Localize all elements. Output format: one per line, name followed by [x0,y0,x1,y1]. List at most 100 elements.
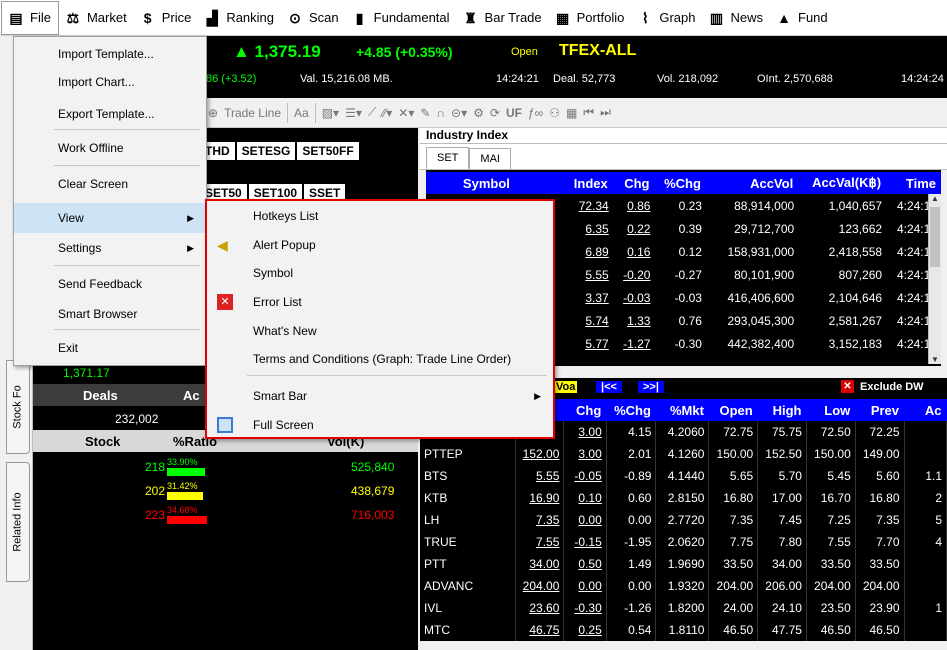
table-row[interactable]: MTC 46.75 0.25 0.54 1.8110 46.50 47.75 46.50 46.… [420,619,947,641]
refresh-icon[interactable]: ⟳ [490,106,500,120]
cell-last: 5.55 [515,465,565,487]
text-tool-icon[interactable]: Aa [294,106,309,120]
tfex-label: TFEX-ALL [559,42,637,59]
fib-tool-icon[interactable]: ⁄⁄▾ [382,106,392,120]
file-menu-settings[interactable]: Settings ▶ [14,233,206,263]
file-menu-import-template[interactable]: Import Template... [14,39,206,69]
scroll-thumb[interactable] [930,207,940,267]
cell-high: 47.75 [757,619,807,641]
scroll-down-icon[interactable]: ▼ [929,355,941,364]
prev-icon[interactable]: ⏮ [583,105,594,120]
cell-pchg: -0.27 [674,267,702,282]
menu-price[interactable]: $ Price [134,0,199,36]
menu-ranking[interactable]: ▟ Ranking [198,0,281,36]
cell-chg: 0.00 [563,575,607,597]
formula-icon[interactable]: ƒ∞ [528,106,543,120]
cell-accval: 807,260 [838,267,883,282]
file-menu-send-feedback[interactable]: Send Feedback [14,269,206,299]
table-row[interactable]: PTTEP 152.00 3.00 2.01 4.1260 150.00 152.50 150… [420,443,947,465]
first-page-button[interactable]: |<< [596,381,622,393]
scroll-up-icon[interactable]: ▲ [929,194,941,203]
line-style-icon[interactable]: ☰▾ [345,106,362,120]
vol-value: 438,679 [351,484,395,498]
col-high: High [757,399,807,421]
view-menu-terms-and-conditions-graph-trade-line-order[interactable]: Terms and Conditions (Graph: Trade Line … [207,344,553,374]
tab-set[interactable]: SET [426,147,470,169]
table-row[interactable]: LH 7.35 0.00 0.00 2.7720 7.35 7.45 7.25 7.35 5 [420,509,947,531]
table-row[interactable]: IVL 23.60 -0.30 -1.26 1.8200 24.00 24.10 23.50 2… [420,597,947,619]
cell-symbol: IVL [420,597,516,619]
cell-open: 16.80 [708,487,759,509]
time-1: 14:24:21 [496,73,539,85]
view-menu-hotkeys-list[interactable]: Hotkeys List [207,201,553,231]
cell-accval: 1,040,657 [828,198,883,213]
table-row[interactable]: ADVANC 204.00 0.00 0.00 1.9320 204.00 206.00 20… [420,575,947,597]
stock-count: 223 [145,508,166,522]
cell-pchg: -1.95 [606,531,657,553]
tab-mai[interactable]: MAI [469,148,511,169]
menu-bar-trade[interactable]: ♜ Bar Trade [457,0,549,36]
table-row[interactable]: KTB 16.90 0.10 0.60 2.8150 16.80 17.00 16.70 16.… [420,487,947,509]
file-menu-clear-screen[interactable]: Clear Screen [14,169,206,199]
view-menu-full-screen[interactable]: Full Screen [207,410,553,440]
tab-setesg[interactable]: SETESG [236,142,296,160]
cell-low: 16.70 [806,487,856,509]
table-row[interactable]: BTS 5.55 -0.05 -0.89 4.1440 5.65 5.70 5.45 5.60 1… [420,465,947,487]
tab-related-info[interactable]: Related Info [6,462,30,582]
fund-icon: ▲ [777,9,791,26]
cell-prev: 7.35 [855,509,905,531]
menu-item-label: Import Template... [58,47,154,61]
tab-set50ff[interactable]: SET50FF [297,142,359,160]
table-row[interactable]: PTT 34.00 0.50 1.49 1.9690 33.50 34.00 33.50 33.… [420,553,947,575]
menu-news[interactable]: ▥ News [702,0,770,36]
file-menu-view[interactable]: View ▶ [14,203,206,233]
view-menu-symbol[interactable]: Symbol [207,258,553,288]
cell-last: 46.75 [515,619,565,641]
trade-line-button[interactable]: Trade Line [224,106,281,120]
file-menu-smart-browser[interactable]: Smart Browser [14,299,206,329]
clock-icon[interactable]: ⊝▾ [451,106,467,120]
view-menu-alert-popup[interactable]: ◀ Alert Popup [207,230,553,260]
magnet-icon[interactable]: ∩ [436,106,445,120]
col-ac: Ac [904,399,947,421]
menu-fund[interactable]: ▲ Fund [770,0,835,36]
menu-item-label: Terms and Conditions (Graph: Trade Line … [253,352,512,366]
view-menu-smart-bar[interactable]: Smart Bar ▶ [207,381,553,411]
menu-fundamental[interactable]: ▮ Fundamental [346,0,457,36]
file-menu-export-template[interactable]: Export Template... [14,99,206,129]
menu-graph[interactable]: ⌇ Graph [631,0,702,36]
tab-stock-fo[interactable]: Stock Fo [6,360,30,454]
view-menu-error-list[interactable]: ✕ Error List [207,287,553,317]
uf-button[interactable]: UF [506,106,522,120]
table-row[interactable]: TRUE 7.55 -0.15 -1.95 2.0620 7.75 7.80 7.55 7.70… [420,531,947,553]
cell-low: 46.50 [806,619,856,641]
ratio-value: 33.90% [167,457,198,467]
next-icon[interactable]: ⏭ [600,105,611,120]
file-menu-work-offline[interactable]: Work Offline [14,133,206,163]
exclude-dw-checkbox[interactable]: ✕ [841,380,854,393]
menu-portfolio[interactable]: ▦ Portfolio [549,0,632,36]
box-icon[interactable]: ▦ [566,106,577,120]
cell-low: 7.55 [806,531,856,553]
pen-tool-icon[interactable]: ▨▾ [322,106,339,120]
file-menu-exit[interactable]: Exit [14,333,206,363]
file-menu-import-chart[interactable]: Import Chart... [14,67,206,97]
settings-tool-icon[interactable]: ⚙ [473,106,484,120]
voa-toggle[interactable]: Voa [554,381,578,393]
cell-low: 7.25 [806,509,856,531]
menu-item-label: View [58,211,84,225]
menu-market[interactable]: ⚖ Market [59,0,134,36]
menu-scan[interactable]: ⊙ Scan [281,0,346,36]
industry-scrollbar[interactable]: ▲ ▼ [928,194,941,364]
view-menu-what-s-new[interactable]: What's New [207,316,553,346]
trend-line-icon[interactable]: ⟋ [368,105,376,120]
last-page-button[interactable]: >>| [638,381,664,393]
brush-icon[interactable]: ✎ [420,106,430,120]
cross-tool-icon[interactable]: ✕▾ [398,106,414,120]
trade-line-icon[interactable]: ⊕ [208,106,218,120]
file-menu: Import Template... Import Chart... Export … [13,36,207,366]
cell-symbol: MTC [420,619,516,641]
cell-low: 150.00 [806,443,856,465]
people-icon[interactable]: ⚇ [549,106,560,120]
menu-file[interactable]: ▤ File [1,0,59,35]
